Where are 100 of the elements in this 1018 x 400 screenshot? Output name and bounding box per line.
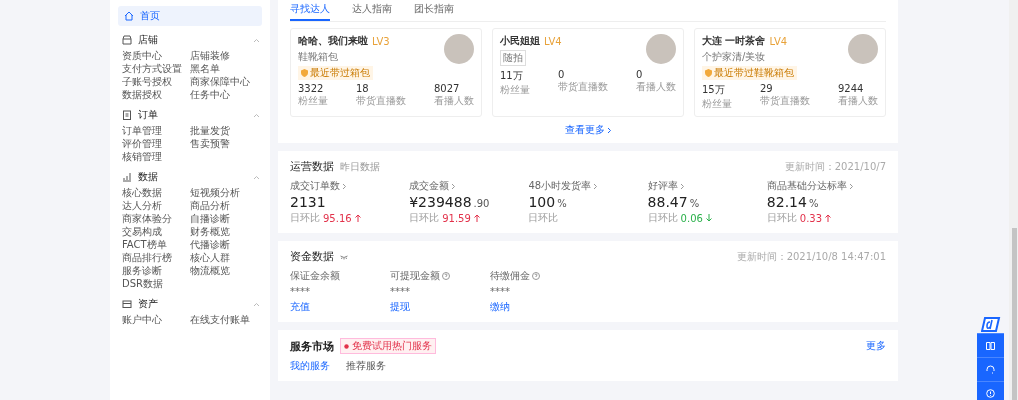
sidebar-link[interactable]: FACT榜单 [122,238,167,251]
fund-label: 待缴佣金 [490,269,530,283]
influencer-name: 大连 一时茶舍 [702,34,766,48]
compare-label: 日环比 [766,211,797,225]
sidebar-link[interactable]: 达人分析 [122,199,162,212]
scrollbar-thumb[interactable] [1012,228,1017,400]
sidebar-link[interactable]: 子账号授权 [122,75,172,88]
sidebar-link[interactable]: 黑名单 [190,62,220,75]
metric-link[interactable]: 商品基础分达标率 [766,179,886,193]
avatar-placeholder [848,34,878,64]
sidebar-link[interactable]: 物流概览 [190,264,230,277]
stat-value: 9244 [838,83,865,94]
stat-value: 0 [558,69,566,80]
stat-value: 18 [356,83,370,94]
more-link[interactable]: 更多 [866,339,886,353]
chevron-right-icon [593,182,599,190]
sidebar-link[interactable]: 账户中心 [122,313,162,326]
caret-up-icon[interactable] [253,37,260,43]
action-link[interactable]: 提现 [390,300,490,314]
sidebar-link[interactable]: 短视频分析 [190,186,240,199]
masked-amount: **** [490,286,511,297]
sidebar-link[interactable]: 商品分析 [190,199,230,212]
sidebar-link[interactable]: 商家体验分 [122,212,172,225]
metric-link[interactable]: 好评率 [647,179,767,193]
influencer-card[interactable]: 哈哈、我们来啦 LV3 鞋靴箱包 最近带过箱包 3322 粉丝量 18 带货直播数 8027 看播人数 [290,28,482,117]
home-nav-item[interactable]: 首页 [118,6,262,26]
category-text: 个护家清/美妆 [702,50,766,64]
fund-label: 保证金余额 [290,269,340,283]
sidebar-link[interactable]: 售卖预警 [190,137,230,150]
level-label: LV3 [372,35,390,47]
sidebar-link[interactable]: 自播诊断 [190,212,230,225]
flame-icon [344,343,349,349]
sidebar-link[interactable]: 商家保障中心 [190,75,250,88]
stat-value: 3322 [298,83,325,94]
stat-value: 8027 [434,83,461,94]
recent-badge: 最近带过箱包 [298,66,373,80]
tab[interactable]: 达人指南 [352,2,392,21]
sidebar-link[interactable]: 资质中心 [122,49,162,62]
sidebar-link[interactable]: 代播诊断 [190,238,230,251]
compare-label: 日环比 [290,211,320,225]
influencer-name: 小民姐姐 [500,34,540,48]
compare-label: 日环比 [409,211,440,225]
masked-amount: **** [390,286,411,297]
clipboard-icon [122,110,132,120]
update-time: 更新时间：2021/10/7 [784,160,886,174]
sidebar-link[interactable]: DSR数据 [122,277,163,290]
chart-icon [122,172,132,182]
guide-button[interactable] [977,333,1004,357]
sidebar-link[interactable]: 核心数据 [122,186,162,199]
compare-value: 0.33 [799,212,823,224]
compare-label: 日环比 [528,211,559,225]
sidebar-link[interactable]: 商品排行榜 [122,251,172,264]
sidebar-link[interactable]: 服务诊断 [122,264,162,277]
sidebar-link[interactable]: 财务概览 [190,225,230,238]
influencer-card[interactable]: 小民姐姐 LV4 随拍 11万 粉丝量 0 带货直播数 0 看播人数 [492,28,684,117]
caret-up-icon[interactable] [253,174,260,180]
alert-icon [986,389,995,398]
sidebar-link[interactable]: 支付方式设置 [122,62,182,75]
tab[interactable]: 团长指南 [414,2,454,21]
avatar-placeholder [444,34,474,64]
compare-label: 日环比 [647,211,678,225]
fund-label: 可提现金额 [390,269,440,283]
eye-closed-icon[interactable] [340,255,348,260]
sidebar-link[interactable]: 任务中心 [190,88,230,101]
chevron-right-icon [451,182,457,190]
sidebar-link[interactable]: 批量发货 [190,124,230,137]
metric-link[interactable]: 成交金额 [409,179,529,193]
tab[interactable]: 推荐服务 [346,359,386,373]
sidebar-link[interactable]: 核心人群 [190,251,230,264]
logo-icon[interactable] [980,316,1001,333]
view-more-link[interactable]: 查看更多 [564,123,612,137]
compare-value: 95.16 [323,212,352,224]
metric-link[interactable]: 48小时发货率 [528,179,648,193]
sidebar-link[interactable]: 交易构成 [122,225,162,238]
action-link[interactable]: 缴纳 [490,300,590,314]
sidebar-link[interactable]: 评价管理 [122,137,162,150]
feedback-button[interactable] [977,381,1004,400]
stat-label: 粉丝量 [500,83,530,97]
metric-value: 2131 [290,194,327,210]
tab[interactable]: 我的服务 [290,359,330,373]
sidebar-link[interactable]: 核销管理 [122,150,162,163]
chevron-right-icon [848,182,854,190]
shop-icon [122,35,132,45]
sidebar-link[interactable]: 数据授权 [122,88,162,101]
influencer-card[interactable]: 大连 一时茶舍 LV4 个护家清/美妆 最近带过鞋靴箱包 15万 粉丝量 29 带货直播数 9244 看播人数 [694,28,886,117]
compare-value: 0.06 [680,212,703,224]
support-button[interactable] [977,357,1004,381]
section-title: 运营数据 [290,159,334,174]
home-icon [124,11,134,21]
tab[interactable]: 寻找达人 [290,2,330,21]
sidebar-link[interactable]: 店铺装修 [190,49,230,62]
metric-link[interactable]: 成交订单数 [290,179,410,193]
metric-value: ¥239488.90 [409,194,491,210]
caret-up-icon[interactable] [253,301,260,307]
sidebar-link[interactable]: 在线支付账单 [190,313,250,326]
chevron-right-icon [606,126,612,134]
metric-value: 82.14% [766,194,820,210]
caret-up-icon[interactable] [253,112,260,118]
sidebar-link[interactable]: 订单管理 [122,124,162,137]
action-link[interactable]: 充值 [290,300,390,314]
